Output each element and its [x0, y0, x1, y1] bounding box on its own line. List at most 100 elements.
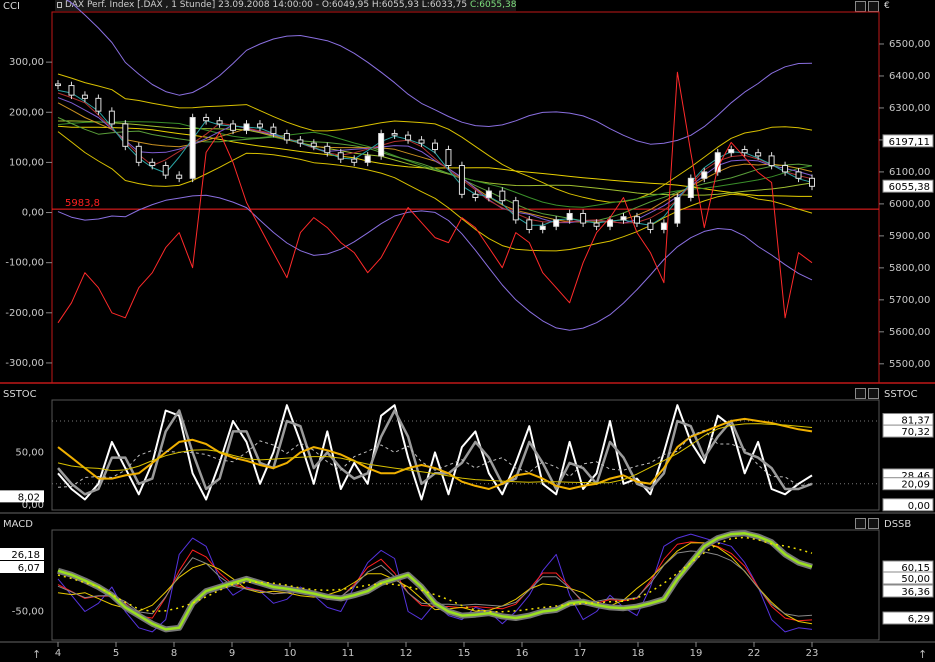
- candle-body: [620, 216, 627, 221]
- candle-body: [391, 133, 398, 136]
- sstoc-left-badge-label: 8,02: [18, 492, 40, 503]
- moving-average-line: [57, 92, 813, 224]
- macd-left-badge-label: 26,18: [11, 550, 40, 561]
- date-tick-label: 4: [55, 648, 61, 659]
- cci-tick-label: -100,00: [5, 258, 44, 269]
- sstoc-badge-label: 70,32: [901, 427, 930, 438]
- candle-body: [782, 165, 789, 173]
- cci-panel-frame: [51, 11, 880, 384]
- scroll-up-arrow-right-icon[interactable]: ↑: [918, 648, 927, 661]
- candle-body: [526, 219, 533, 230]
- price-badge-label: 6197,11: [889, 137, 930, 148]
- candle-body: [795, 171, 802, 179]
- price-badge-label: 6055,38: [889, 182, 930, 193]
- candle-body: [364, 155, 371, 163]
- candle-body: [647, 222, 654, 230]
- candle-body: [310, 142, 317, 147]
- candle-body: [108, 110, 115, 125]
- value-badges: 6197,116055,388,0281,3770,3228,4620,090,…: [0, 134, 934, 625]
- price-tick-label: 6100,00: [889, 167, 930, 178]
- candle-body: [499, 190, 506, 202]
- macd-panel-frame: [51, 529, 880, 641]
- candle-body: [418, 139, 425, 144]
- price-tick-label: 5500,00: [889, 359, 930, 370]
- candlesticks: [55, 80, 815, 234]
- price-tick-label: 5700,00: [889, 295, 930, 306]
- date-tick-label: 23: [806, 648, 819, 659]
- sstoc-badge-label: 20,09: [901, 480, 930, 491]
- candle-body: [539, 225, 546, 230]
- candle-body: [472, 193, 479, 199]
- candle-body: [405, 134, 412, 141]
- candle-body: [149, 161, 156, 167]
- candle-body: [55, 83, 61, 87]
- cci-tick-label: 100,00: [9, 157, 44, 168]
- candle-body: [122, 123, 129, 147]
- date-tick-label: 10: [284, 648, 297, 659]
- candle-body: [243, 123, 250, 131]
- price-tick-label: 5900,00: [889, 231, 930, 242]
- sstoc-badge-label: 0,00: [908, 501, 930, 512]
- macd-grey-band: [57, 530, 813, 633]
- candle-body: [230, 123, 237, 131]
- candle-body: [297, 139, 304, 144]
- candle-body: [176, 174, 183, 179]
- date-tick-label: 16: [516, 648, 529, 659]
- cci-tick-label: 200,00: [9, 107, 44, 118]
- date-tick-label: 11: [342, 648, 355, 659]
- candle-body: [566, 212, 573, 221]
- moving-average-line: [57, 97, 813, 224]
- candle-body: [593, 222, 600, 227]
- date-tick-label: 8: [171, 648, 177, 659]
- candle-body: [203, 117, 210, 122]
- candle-body: [741, 149, 748, 154]
- macd-line: [57, 532, 813, 631]
- candle-body: [485, 190, 492, 199]
- candle-body: [553, 219, 560, 227]
- sstoc-tick-label: 50,00: [15, 447, 44, 458]
- candle-body: [135, 145, 142, 163]
- reference-line-label: 5983,8: [65, 198, 100, 209]
- macd-badge-label: 50,00: [901, 574, 930, 585]
- scroll-up-arrow-left-icon[interactable]: ↑: [32, 648, 41, 661]
- price-tick-label: 6500,00: [889, 39, 930, 50]
- stochastic-series: [57, 404, 813, 501]
- candle-body: [607, 219, 614, 227]
- cci-tick-label: -200,00: [5, 308, 44, 319]
- date-tick-label: 18: [632, 648, 645, 659]
- panel-frames: [0, 11, 935, 643]
- moving-average-line: [57, 121, 813, 208]
- candle-body: [809, 177, 815, 187]
- date-tick-label: 19: [690, 648, 703, 659]
- candle-body: [256, 123, 263, 128]
- candle-body: [580, 212, 587, 224]
- candle-body: [270, 126, 277, 135]
- candle-body: [768, 155, 775, 167]
- candle-body: [660, 222, 667, 230]
- candle-body: [728, 149, 735, 154]
- candle-body: [687, 177, 694, 199]
- macd-series: [57, 530, 813, 633]
- cci-tick-label: 0,00: [22, 208, 44, 219]
- candle-body: [216, 120, 223, 125]
- outer-lower-band-line: [57, 194, 813, 331]
- macd-badge-label: 6,29: [908, 614, 930, 625]
- candle-body: [458, 165, 465, 195]
- candle-body: [189, 117, 196, 179]
- date-tick-label: 15: [458, 648, 471, 659]
- date-tick-label: 5: [113, 648, 119, 659]
- moving-averages: [57, 89, 813, 226]
- candle-body: [674, 197, 681, 224]
- price-tick-label: 6000,00: [889, 199, 930, 210]
- candle-body: [512, 200, 519, 221]
- cci-tick-label: 300,00: [9, 57, 44, 68]
- candle-body: [378, 133, 385, 157]
- candle-body: [351, 158, 358, 163]
- candle-body: [701, 171, 708, 179]
- moving-average-line: [57, 102, 813, 223]
- sstoc-line: [57, 404, 813, 501]
- date-tick-label: 12: [400, 648, 413, 659]
- date-tick-label: 22: [748, 648, 761, 659]
- cci-tick-label: -300,00: [5, 358, 44, 369]
- macd-badge-label: 36,36: [901, 587, 930, 598]
